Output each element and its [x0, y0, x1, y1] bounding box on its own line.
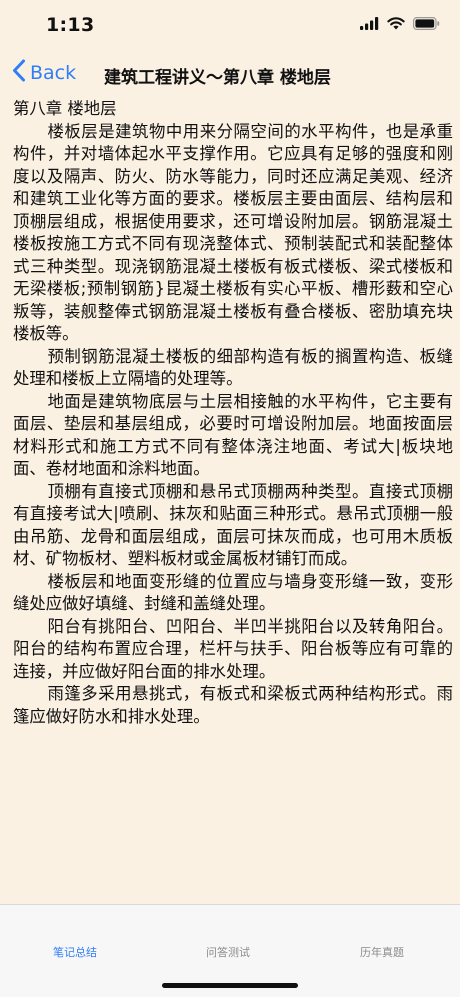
- signal-icon: [360, 15, 379, 34]
- paragraph: 顶棚有直接式顶棚和悬吊式顶棚两种类型。直接式顶棚有直接考试大|喷刷、抹灰和贴面三…: [13, 481, 453, 569]
- status-icons: [360, 15, 440, 34]
- chevron-left-icon: [12, 59, 26, 87]
- back-label: Back: [30, 62, 77, 84]
- paragraph: 预制钢筋混凝土楼板的细部构造有板的搁置构造、板缝处理和楼板上立隔墙的处理等。: [13, 346, 453, 389]
- page-title: 建筑工程讲义～第八章 楼地层: [104, 68, 331, 88]
- tab-past-exams[interactable]: 历年真题: [360, 944, 404, 960]
- paragraph: 雨篷多采用悬挑式，有板式和梁板式两种结构形式。雨篷应做好防水和排水处理。: [13, 684, 453, 726]
- article-content: 第八章 楼地层 楼板层是建筑物中用来分隔空间的水平构件，也是承重构件，并对墙体起…: [13, 98, 453, 728]
- home-indicator: [162, 983, 298, 988]
- status-bar: 1:13: [0, 0, 460, 48]
- tab-notes-summary[interactable]: 笔记总结: [53, 944, 97, 960]
- back-button[interactable]: Back: [12, 59, 76, 87]
- status-time: 1:13: [46, 14, 95, 36]
- battery-icon: [413, 15, 440, 34]
- paragraph: 阳台有挑阳台、凹阳台、半凹半挑阳台以及转角阳台。阳台的结构布置应合理，栏杆与扶手…: [13, 616, 453, 681]
- paragraph: 地面是建筑物底层与土层相接触的水平构件，它主要有面层、垫层和基层组成，必要时可增…: [13, 391, 453, 479]
- wifi-icon: [387, 15, 405, 34]
- chapter-heading: 第八章 楼地层: [13, 99, 117, 118]
- navigation-bar: Back 建筑工程讲义～第八章 楼地层: [0, 48, 460, 100]
- paragraph: 楼板层和地面变形缝的位置应与墙身变形缝一致，变形缝处应做好填缝、封缝和盖缝处理。: [13, 571, 453, 614]
- paragraph: 楼板层是建筑物中用来分隔空间的水平构件，也是承重构件，并对墙体起水平支撑作用。它…: [13, 121, 453, 344]
- tab-qa-test[interactable]: 问答测试: [206, 944, 250, 960]
